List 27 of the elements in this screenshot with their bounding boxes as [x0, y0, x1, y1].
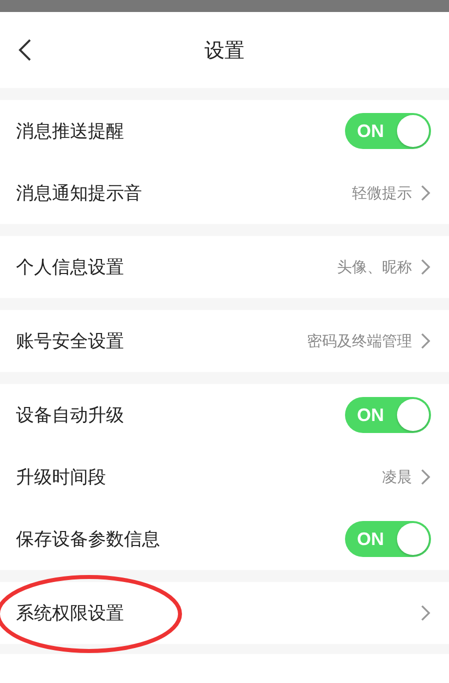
row-label: 个人信息设置: [16, 256, 124, 280]
settings-row[interactable]: 设备自动升级 ON: [0, 384, 449, 446]
chevron-icon: [420, 259, 431, 275]
row-label: 消息推送提醒: [16, 120, 124, 144]
settings-row[interactable]: 升级时间段 凌晨: [0, 446, 449, 508]
row-value: 凌晨: [382, 466, 412, 488]
settings-row[interactable]: 消息通知提示音 轻微提示: [0, 162, 449, 224]
settings-row[interactable]: 个人信息设置 头像、昵称: [0, 236, 449, 298]
page-title: 设置: [204, 37, 244, 64]
chevron-icon: [420, 605, 431, 621]
chevron-icon: [420, 469, 431, 485]
row-label: 升级时间段: [16, 466, 106, 490]
row-label: 消息通知提示音: [16, 182, 142, 206]
chevron-icon: [420, 333, 431, 349]
settings-row[interactable]: 消息推送提醒 ON: [0, 100, 449, 162]
row-value: 轻微提示: [352, 182, 412, 204]
settings-row[interactable]: 系统权限设置: [0, 582, 449, 644]
back-icon[interactable]: [18, 39, 32, 61]
settings-row[interactable]: 保存设备参数信息 ON: [0, 508, 449, 570]
row-label: 账号安全设置: [16, 330, 124, 354]
row-label: 保存设备参数信息: [16, 528, 160, 552]
row-label: 设备自动升级: [16, 404, 124, 428]
settings-row[interactable]: 账号安全设置 密码及终端管理: [0, 310, 449, 372]
row-value: 头像、昵称: [337, 256, 412, 278]
chevron-icon: [420, 185, 431, 201]
row-value: 密码及终端管理: [307, 330, 412, 352]
row-label: 系统权限设置: [16, 602, 124, 626]
